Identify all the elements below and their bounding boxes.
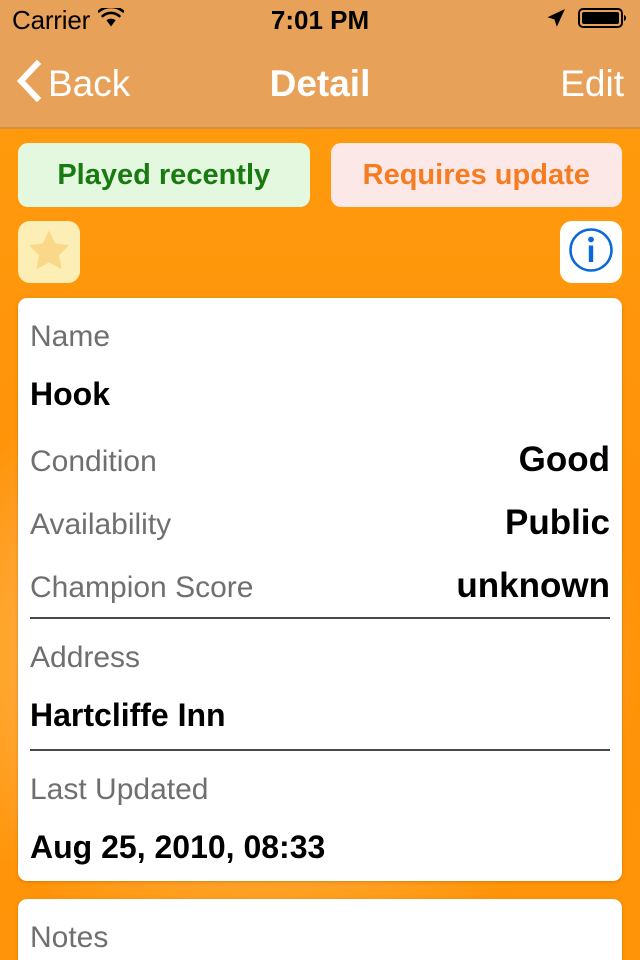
notes-label: Notes — [30, 921, 109, 954]
favorite-button[interactable] — [18, 221, 80, 283]
status-badge-played-recently-label: Played recently — [57, 158, 271, 191]
edit-button[interactable]: Edit — [560, 65, 624, 102]
status-bar-right — [544, 6, 628, 35]
info-circle-icon — [567, 226, 615, 279]
field-last-updated: Last Updated Aug 25, 2010, 08:33 — [28, 751, 612, 881]
chevron-left-icon — [16, 59, 42, 107]
status-bar: Carrier 7:01 PM — [0, 0, 640, 40]
status-badge-requires-update[interactable]: Requires update — [330, 143, 622, 207]
field-name-label: Name — [30, 320, 111, 353]
wifi-icon — [97, 5, 125, 33]
status-badge-played-recently[interactable]: Played recently — [18, 143, 310, 207]
field-availability-value: Public — [504, 503, 610, 542]
notes-card: Notes Courtesy of PinFormer — [18, 899, 622, 960]
location-arrow-icon — [544, 6, 568, 35]
field-champion-score-label: Champion Score — [30, 571, 254, 604]
notes-value: Courtesy of PinFormer — [28, 953, 612, 960]
battery-full-icon — [578, 6, 628, 35]
field-champion-score: Champion Score unknown — [28, 554, 612, 617]
status-badge-row: Played recently Requires update — [18, 143, 622, 207]
status-bar-left: Carrier — [12, 5, 125, 35]
field-last-updated-value: Aug 25, 2010, 08:33 — [30, 829, 326, 865]
app-screen: Carrier 7:01 PM Back Detail Edit Played … — [0, 0, 640, 960]
field-address-label: Address — [30, 641, 141, 674]
content-area: Played recently Requires update Name Hoo… — [0, 129, 640, 960]
field-condition-label: Condition — [30, 445, 157, 478]
status-badge-requires-update-label: Requires update — [362, 158, 590, 191]
back-button-label: Back — [48, 63, 131, 104]
field-last-updated-label: Last Updated — [30, 773, 209, 806]
field-name-value: Hook — [30, 376, 110, 412]
field-address-value: Hartcliffe Inn — [30, 697, 226, 733]
star-icon — [26, 227, 72, 278]
field-address: Address Hartcliffe Inn — [28, 619, 612, 749]
navigation-bar: Back Detail Edit — [0, 40, 640, 129]
detail-card: Name Hook Condition Good Availability Pu… — [18, 298, 622, 881]
back-button[interactable]: Back — [16, 59, 131, 107]
field-name: Name Hook — [28, 298, 612, 428]
icon-button-row — [18, 221, 622, 283]
field-condition: Condition Good — [28, 428, 612, 491]
field-availability-label: Availability — [30, 508, 172, 541]
carrier-label: Carrier — [12, 5, 91, 35]
field-condition-value: Good — [518, 440, 610, 479]
field-champion-score-value: unknown — [456, 566, 610, 605]
field-availability: Availability Public — [28, 491, 612, 554]
info-button[interactable] — [560, 221, 622, 283]
